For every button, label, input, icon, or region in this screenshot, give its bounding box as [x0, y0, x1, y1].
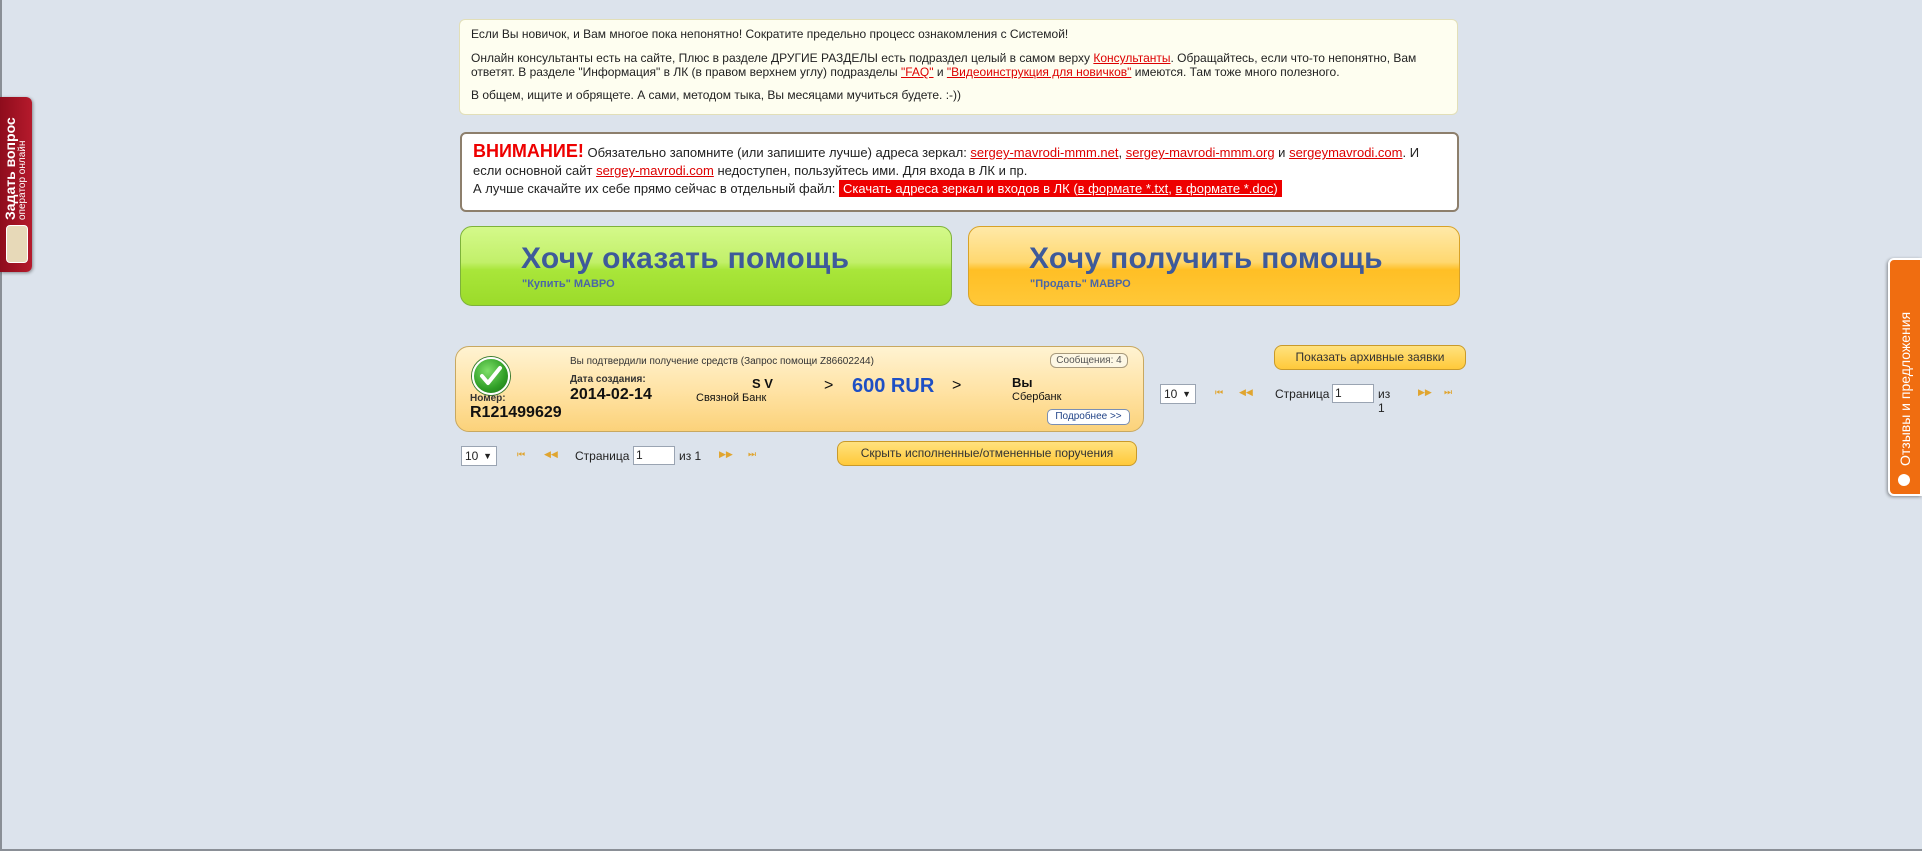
- page-input[interactable]: 1: [633, 446, 675, 465]
- get-help-button[interactable]: Хочу получить помощь "Продать" МАВРО: [968, 226, 1460, 306]
- arrow-icon: >: [824, 377, 834, 394]
- page-size-value: 10: [465, 449, 479, 463]
- feedback-tab[interactable]: Отзывы и предложения: [1888, 258, 1922, 496]
- page-input[interactable]: 1: [1332, 384, 1374, 403]
- get-help-subtitle: "Продать" МАВРО: [1030, 278, 1131, 290]
- request-status: Вы подтвердили получение средств (Запрос…: [570, 356, 874, 367]
- last-page-icon[interactable]: ⏭: [1444, 387, 1452, 398]
- show-archive-button[interactable]: Показать архивные заявки: [1274, 345, 1466, 370]
- main-site-link[interactable]: sergey-mavrodi.com: [596, 163, 714, 178]
- page-total: из 1: [679, 449, 702, 463]
- request-card: Вы подтвердили получение средств (Запрос…: [455, 346, 1144, 432]
- first-page-icon[interactable]: ⏮: [517, 449, 525, 460]
- chevron-down-icon: ▼: [1182, 389, 1191, 399]
- next-page-icon[interactable]: ▶▶: [719, 449, 733, 460]
- info-line-1: Если Вы новичок, и Вам многое пока непон…: [471, 27, 1069, 41]
- arrow-icon: >: [952, 377, 962, 394]
- video-guide-link[interactable]: "Видеоинструкция для новичков": [947, 65, 1132, 79]
- warning-text: и: [1274, 145, 1290, 160]
- last-page-icon[interactable]: ⏭: [748, 449, 756, 460]
- consultants-link[interactable]: Консультанты: [1093, 51, 1170, 65]
- download-doc-link[interactable]: в формате *.doc: [1176, 181, 1274, 196]
- feedback-icon: [1898, 474, 1910, 486]
- info-line-3: В общем, ищите и обрящете. А сами, метод…: [471, 88, 962, 102]
- mirror-link-net[interactable]: sergey-mavrodi-mmm.net: [970, 145, 1118, 160]
- mirrors-warning-box: ВНИМАНИЕ! Обязательно запомните (или зап…: [460, 132, 1459, 212]
- download-txt-link[interactable]: в формате *.txt: [1078, 181, 1169, 196]
- warning-line-2: А лучше скачайте их себе прямо сейчас в …: [473, 180, 1446, 198]
- page-size-select[interactable]: 10 ▼: [1160, 384, 1196, 404]
- download-mirrors-banner: Скачать адреса зеркал и входов в ЛК (в ф…: [839, 180, 1282, 197]
- newbie-info-box: Если Вы новичок, и Вам многое пока непон…: [459, 19, 1458, 115]
- give-help-title: Хочу оказать помощь: [521, 242, 850, 275]
- chevron-down-icon: ▼: [483, 451, 492, 461]
- sender-name: S V: [752, 376, 773, 391]
- pager-top: 10 ▼ ⏮ ◀◀ Страница 1 из 1: [1160, 384, 1400, 415]
- warning-line-1: ВНИМАНИЕ! Обязательно запомните (или зап…: [473, 142, 1446, 180]
- download-text: ): [1273, 181, 1278, 196]
- info-text: и: [933, 65, 947, 79]
- page-total: из 1: [1378, 387, 1391, 415]
- page-size-select[interactable]: 10 ▼: [461, 446, 497, 466]
- page-label: Страница: [1275, 387, 1330, 401]
- check-icon: [472, 357, 510, 395]
- get-help-title: Хочу получить помощь: [1029, 242, 1383, 275]
- faq-link[interactable]: "FAQ": [901, 65, 934, 79]
- ask-question-subtitle: оператор онлайн: [17, 140, 28, 220]
- warning-text: ,: [1118, 145, 1126, 160]
- info-line-2: Онлайн консультанты есть на сайте, Плюс …: [471, 51, 1446, 79]
- ask-question-title: Задать вопрос: [2, 117, 18, 220]
- info-text: имеются. Там тоже много полезного.: [1131, 65, 1340, 79]
- details-button[interactable]: Подробнее >>: [1047, 409, 1130, 425]
- hide-completed-button[interactable]: Скрыть исполненные/отмененные поручения: [837, 441, 1137, 466]
- request-number: R121499629: [470, 404, 562, 421]
- receiver-name: Вы: [1012, 375, 1033, 390]
- warning-text: недоступен, пользуйтесь ими. Для входа в…: [713, 163, 1028, 178]
- give-help-button[interactable]: Хочу оказать помощь "Купить" МАВРО: [460, 226, 952, 306]
- ask-question-tab[interactable]: Задать вопрос оператор онлайн: [0, 97, 32, 272]
- give-help-subtitle: "Купить" МАВРО: [522, 278, 615, 290]
- mirror-link-org[interactable]: sergey-mavrodi-mmm.org: [1126, 145, 1275, 160]
- feedback-title: Отзывы и предложения: [1897, 311, 1913, 466]
- prev-page-icon[interactable]: ◀◀: [544, 449, 558, 460]
- mirror-link-com[interactable]: sergeymavrodi.com: [1289, 145, 1402, 160]
- page-size-value: 10: [1164, 387, 1178, 401]
- download-text: Скачать адреса зеркал и входов в ЛК (: [843, 181, 1078, 196]
- mmm-logo-icon: [6, 225, 28, 263]
- attention-label: ВНИМАНИЕ!: [473, 141, 584, 161]
- transfer-amount: 600 RUR: [852, 375, 935, 397]
- warning-text: А лучше скачайте их себе прямо сейчас в …: [473, 181, 840, 196]
- feedback-text: Отзывы и предложения: [1890, 260, 1920, 494]
- creation-date: 2014-02-14: [570, 386, 652, 403]
- pager-bottom: 10 ▼ ⏮ ◀◀ Страница 1 из 1 ▶▶: [461, 446, 741, 468]
- receiver-bank: Сбербанк: [1012, 391, 1062, 403]
- download-text: ,: [1168, 181, 1176, 196]
- sender-bank: Связной Банк: [696, 392, 767, 404]
- prev-page-icon[interactable]: ◀◀: [1239, 387, 1253, 398]
- first-page-icon[interactable]: ⏮: [1215, 387, 1223, 398]
- page-label: Страница: [575, 449, 630, 463]
- date-label: Дата создания:: [570, 374, 646, 385]
- warning-text: Обязательно запомните (или запишите лучш…: [583, 145, 971, 160]
- info-text: Онлайн консультанты есть на сайте, Плюс …: [471, 51, 1094, 65]
- next-page-icon[interactable]: ▶▶: [1418, 387, 1432, 398]
- messages-badge[interactable]: Сообщения: 4: [1050, 353, 1128, 368]
- number-label: Номер:: [470, 393, 506, 404]
